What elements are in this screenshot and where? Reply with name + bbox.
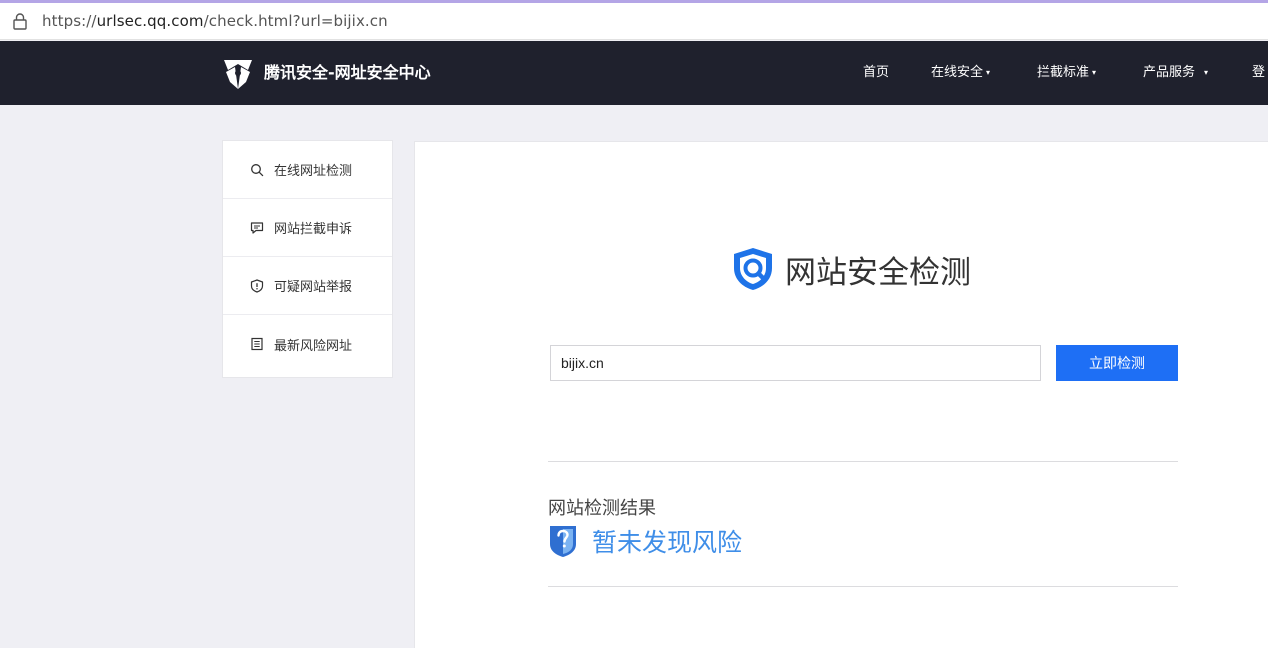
divider: [548, 586, 1178, 587]
nav-online-security[interactable]: 在线安全 ▾: [931, 64, 990, 82]
result-heading: 网站检测结果: [548, 498, 656, 519]
sidebar-item-label: 网站拦截申诉: [274, 222, 353, 237]
nav-home[interactable]: 首页: [863, 64, 889, 82]
address-url[interactable]: https://urlsec.qq.com/check.html?url=bij…: [42, 12, 388, 30]
nav-label: 首页: [863, 65, 890, 80]
nav-label: 登: [1252, 65, 1266, 80]
sidebar-item-label: 在线网址检测: [274, 164, 353, 179]
tencent-security-logo-icon[interactable]: [221, 56, 255, 90]
sidebar-item-report[interactable]: 可疑网站举报: [223, 257, 392, 315]
sidebar-item-latest-risk[interactable]: 最新风险网址: [223, 315, 392, 373]
sidebar-item-label: 最新风险网址: [274, 338, 353, 354]
sidebar: 在线网址检测 网站拦截申诉 可疑网站举报 最新风险网址: [222, 140, 393, 378]
sidebar-item-appeal[interactable]: 网站拦截申诉: [223, 199, 392, 257]
page-heading: 网站安全检测: [731, 246, 971, 292]
divider: [548, 461, 1178, 462]
brand-title[interactable]: 腾讯安全-网址安全中心: [264, 62, 431, 84]
result-status-text: 暂未发现风险: [592, 528, 743, 557]
nav-label: 产品服务: [1143, 65, 1196, 80]
shield-unknown-icon: [550, 526, 576, 557]
check-now-button[interactable]: 立即检测: [1056, 345, 1178, 381]
nav-login[interactable]: 登: [1252, 64, 1265, 82]
chevron-down-icon: ▾: [986, 68, 991, 77]
shield-search-icon: [734, 248, 772, 290]
url-input[interactable]: [550, 345, 1041, 381]
list-icon: [251, 337, 263, 351]
nav-label: 拦截标准: [1037, 65, 1090, 80]
url-prefix: https://: [42, 12, 97, 30]
chevron-down-icon: ▾: [1092, 68, 1097, 77]
nav-label: 在线安全: [931, 65, 984, 80]
sidebar-item-label: 可疑网站举报: [274, 280, 353, 295]
url-path: /check.html?url=bijix.cn: [203, 12, 388, 30]
page-title: 网站安全检测: [785, 254, 971, 291]
site-header: 腾讯安全-网址安全中心 首页 在线安全 ▾ 拦截标准 ▾ 产品服务 ▾ 登: [0, 41, 1268, 105]
chat-icon: [250, 221, 264, 234]
sidebar-item-url-check[interactable]: 在线网址检测: [223, 141, 392, 199]
main-panel: 网站安全检测 立即检测 网站检测结果 暂未发现风险: [414, 141, 1268, 648]
nav-intercept-standard[interactable]: 拦截标准 ▾: [1037, 64, 1096, 82]
url-host: urlsec.qq.com: [96, 12, 204, 30]
address-bar[interactable]: https://urlsec.qq.com/check.html?url=bij…: [0, 3, 1268, 40]
search-icon: [251, 163, 264, 176]
result-status: 暂未发现风险: [548, 523, 742, 559]
shield-alert-icon: [250, 278, 264, 293]
lock-icon: [13, 13, 27, 30]
nav-product-services[interactable]: 产品服务 ▾: [1143, 64, 1208, 82]
chevron-down-icon: ▾: [1204, 68, 1209, 77]
